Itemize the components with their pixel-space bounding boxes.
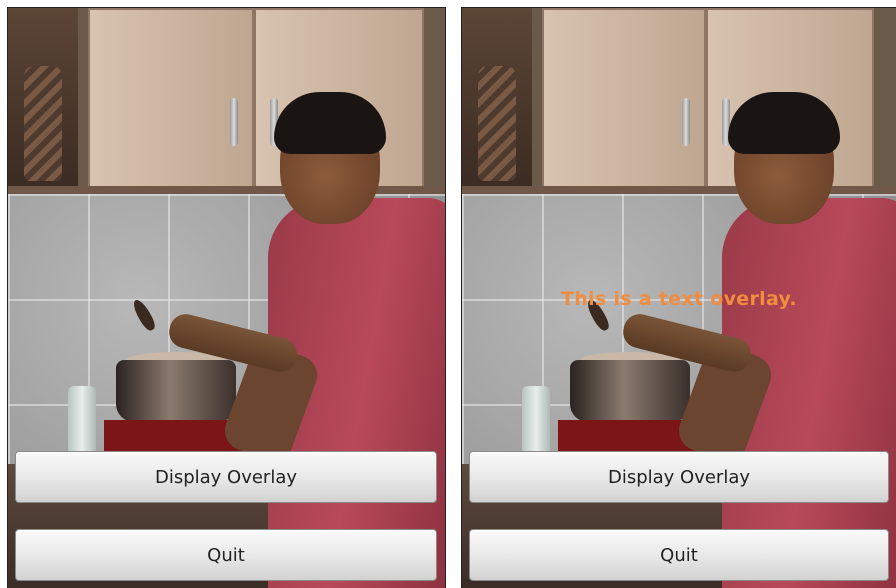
person-hair bbox=[274, 92, 386, 154]
cabinet-handle bbox=[230, 98, 238, 146]
quit-button[interactable]: Quit bbox=[15, 529, 437, 581]
cabinet-handle bbox=[682, 98, 690, 146]
cabinet-base bbox=[8, 186, 445, 194]
screen-after: This is a text overlay. Display Overlay … bbox=[462, 8, 896, 588]
display-overlay-button[interactable]: Display Overlay bbox=[15, 451, 437, 503]
screens-comparison: Display Overlay Quit This is a text over… bbox=[0, 0, 896, 588]
vase bbox=[478, 66, 516, 181]
display-overlay-button[interactable]: Display Overlay bbox=[469, 451, 889, 503]
quit-button[interactable]: Quit bbox=[469, 529, 889, 581]
bottle bbox=[68, 386, 96, 456]
screen-before: Display Overlay Quit bbox=[8, 8, 445, 588]
bottle bbox=[522, 386, 550, 456]
cabinet-door bbox=[88, 8, 254, 188]
cooking-pot bbox=[570, 360, 690, 422]
person-hair bbox=[728, 92, 840, 154]
cabinet-door bbox=[542, 8, 706, 188]
cooking-pot bbox=[116, 360, 236, 422]
vase bbox=[24, 66, 62, 181]
text-overlay: This is a text overlay. bbox=[561, 288, 797, 310]
